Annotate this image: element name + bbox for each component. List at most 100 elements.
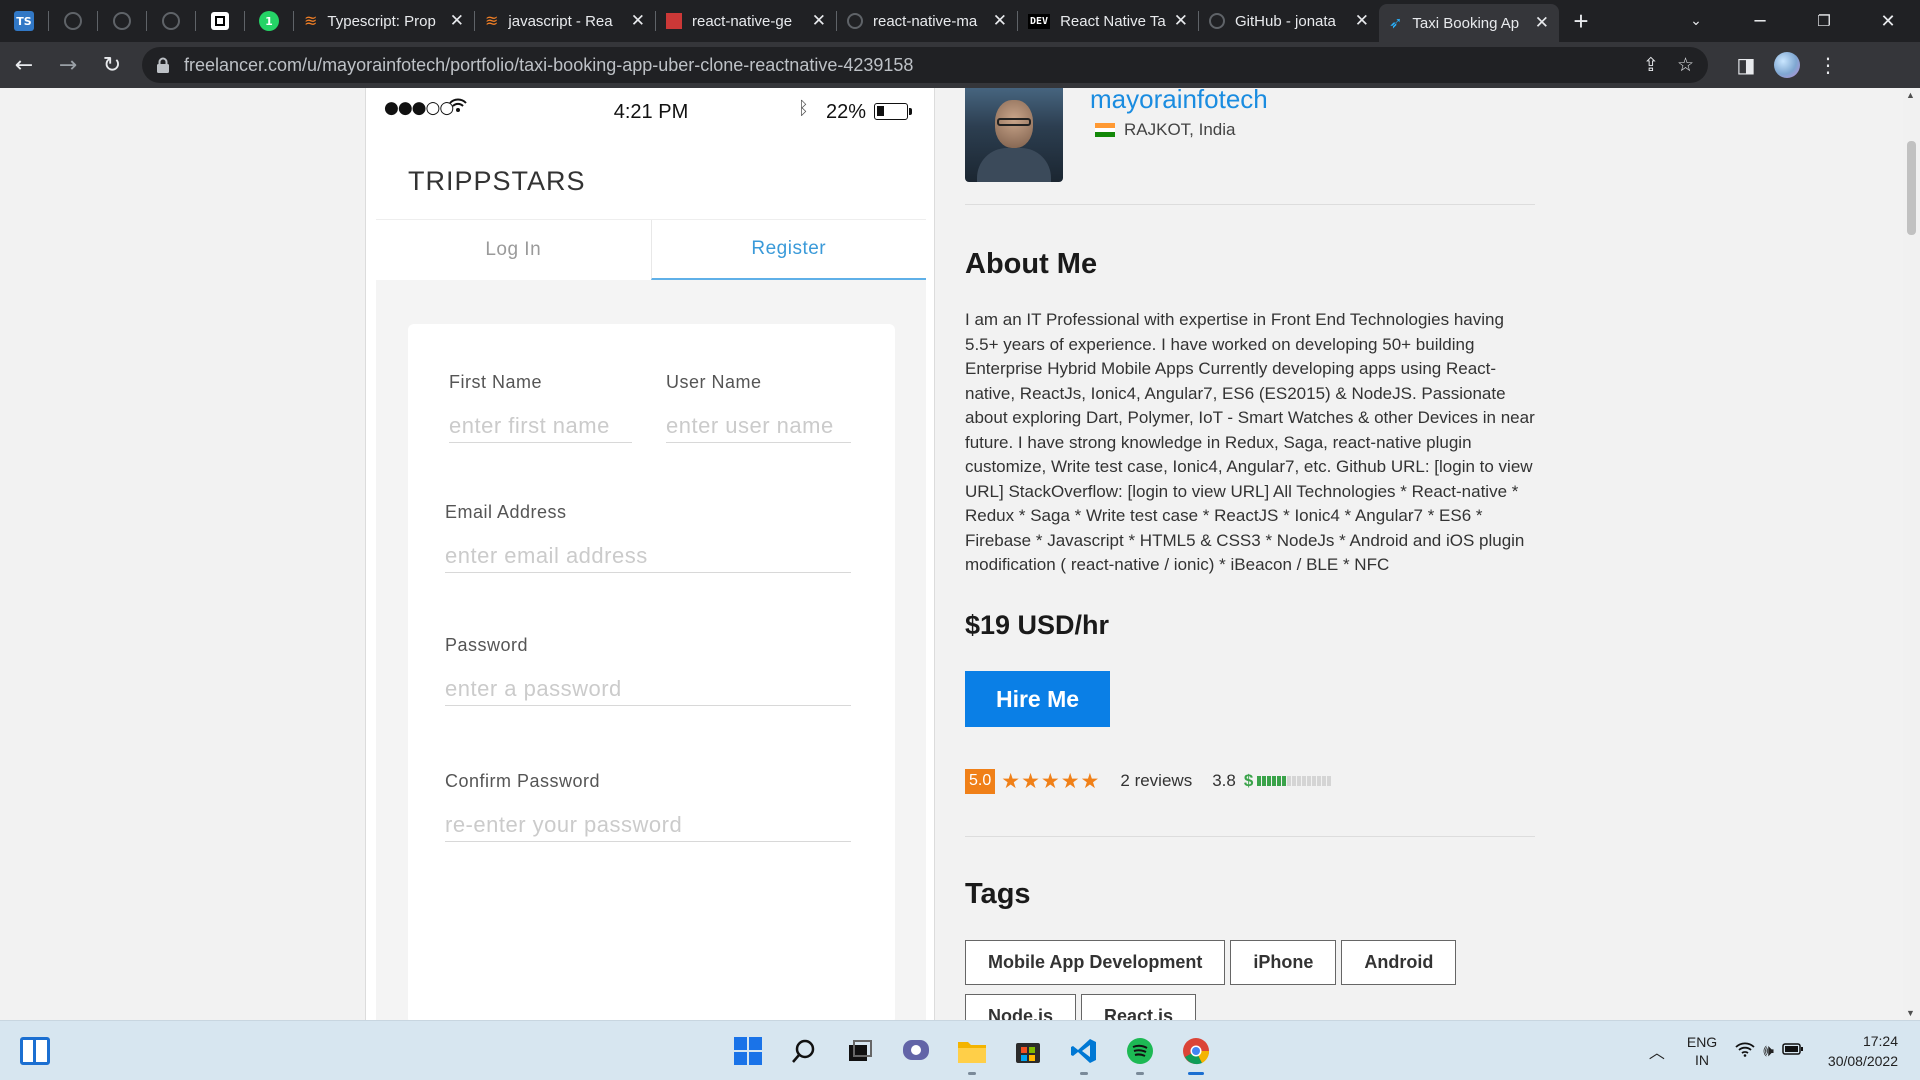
browser-toolbar: ← → ↻ freelancer.com/u/mayorainfotech/po… [0,42,1920,88]
confirm-password-input[interactable] [445,808,851,842]
vscode-icon[interactable] [1059,1025,1109,1077]
user-name-input[interactable] [666,409,851,443]
divider [965,836,1535,837]
back-icon[interactable]: ← [4,45,44,85]
tab-react-native-ge[interactable]: react-native-ge ✕ [656,4,836,38]
minimize-icon[interactable]: ─ [1728,0,1792,42]
chat-icon[interactable] [891,1025,941,1077]
task-view-icon[interactable] [835,1025,885,1077]
tab-javascript-rea[interactable]: ≋ javascript - Rea ✕ [475,4,655,38]
tag-item[interactable]: Mobile App Development [965,940,1226,985]
pinned-tab-github-2[interactable] [98,0,146,42]
share-icon[interactable]: ⇪ [1643,54,1659,76]
typescript-icon: TS [14,11,34,31]
clock[interactable]: 17:24 30/08/2022 [1828,1031,1898,1071]
earnings-bar-segment [1317,776,1322,786]
close-icon[interactable]: ✕ [450,11,464,31]
bookmark-star-icon[interactable]: ☆ [1677,54,1694,76]
tab-react-native-ta[interactable]: DEV React Native Ta ✕ [1018,4,1198,38]
search-icon[interactable] [779,1025,829,1077]
first-name-input[interactable] [449,409,632,443]
password-input[interactable] [445,672,851,706]
close-icon[interactable]: ✕ [1174,11,1188,31]
new-tab-button[interactable]: + [1559,0,1603,42]
restore-icon[interactable]: ❐ [1792,0,1856,42]
store-icon[interactable] [1003,1025,1053,1077]
reload-icon[interactable]: ↻ [92,45,132,85]
tab-search-icon[interactable]: ⌄ [1664,0,1728,42]
volume-icon[interactable]: 🕪 [1763,1041,1774,1061]
menu-kebab-icon[interactable]: ⋮ [1808,53,1848,77]
tab-title: GitHub - jonata [1235,12,1336,30]
github-icon [113,12,131,30]
hire-me-button[interactable]: Hire Me [965,671,1110,727]
address-bar[interactable]: freelancer.com/u/mayorainfotech/portfoli… [142,47,1708,83]
file-explorer-icon[interactable] [947,1025,997,1077]
browser-tab-strip: TS 1 ≋ Typescript: Prop ✕ ≋ javascript -… [0,0,1920,42]
earnings-bar-segment [1297,776,1302,786]
battery-icon[interactable] [1782,1041,1804,1061]
chrome-icon[interactable] [1171,1025,1221,1077]
close-icon[interactable]: ✕ [631,11,645,31]
tab-react-native-ma[interactable]: react-native-ma ✕ [837,4,1017,38]
tab-register[interactable]: Register [650,220,926,280]
stackoverflow-icon: ≋ [304,13,318,30]
earnings-bar-segment [1287,776,1292,786]
about-text: I am an IT Professional with expertise i… [965,310,1535,574]
language-indicator[interactable]: ENG IN [1687,1033,1717,1069]
password-field: Password [445,635,851,706]
forward-icon[interactable]: → [48,45,88,85]
spotify-icon[interactable] [1115,1025,1165,1077]
wifi-icon[interactable] [1735,1041,1755,1062]
pinned-tab-whatsapp[interactable]: 1 [245,0,293,42]
app-icon [211,12,229,30]
side-panel-icon[interactable]: ◨ [1726,53,1766,77]
close-window-icon[interactable]: ✕ [1856,0,1920,42]
profile-username-link[interactable]: mayorainfotech [1090,88,1268,115]
divider [965,204,1535,205]
tab-title: Taxi Booking Ap [1412,14,1520,32]
pinned-tab-typescript[interactable]: TS [0,0,48,42]
page-scrollbar[interactable]: ▲ ▼ [1903,88,1920,1020]
tab-login[interactable]: Log In [376,220,651,280]
close-icon[interactable]: ✕ [1355,11,1369,31]
close-icon[interactable]: ✕ [812,11,826,31]
earnings-bar-segment [1292,776,1297,786]
tab-github-jonata[interactable]: GitHub - jonata ✕ [1199,4,1379,38]
tag-item[interactable]: iPhone [1230,940,1337,985]
close-icon[interactable]: ✕ [993,11,1007,31]
earnings-bar-segment [1272,776,1277,786]
earnings-score: 3.8 [1212,771,1236,790]
windows-start-icon[interactable] [723,1025,773,1077]
widgets-icon[interactable] [20,1037,50,1065]
tag-item[interactable]: React.js [1081,994,1197,1020]
pinned-tab-github-1[interactable] [49,0,97,42]
tab-typescript-prop[interactable]: ≋ Typescript: Prop ✕ [294,4,474,38]
show-hidden-icons[interactable]: ︿ [1649,1039,1665,1063]
pinned-tab-github-3[interactable] [147,0,195,42]
earnings-bar-segment [1327,776,1332,786]
tab-title: javascript - Rea [508,12,613,30]
battery-icon [874,103,912,120]
profile-photo[interactable] [965,88,1063,182]
system-tray: ︿ ENG IN 🕪 17:24 30/08/2022 [1649,1021,1920,1080]
user-name-label: User Name [666,372,762,392]
star-rating-icon: ★★★★★ [1001,769,1101,793]
scroll-down-icon[interactable]: ▼ [1906,1008,1915,1018]
github-icon [64,12,82,30]
tag-item[interactable]: Node.js [965,994,1077,1020]
npm-icon [666,13,682,29]
tab-title: Typescript: Prop [327,12,436,30]
scroll-up-icon[interactable]: ▲ [1906,90,1915,100]
pinned-tab-app[interactable] [196,0,244,42]
tab-title: react-native-ge [692,12,793,30]
window-controls: ⌄ ─ ❐ ✕ [1664,0,1920,42]
tag-item[interactable]: Android [1341,940,1457,985]
lock-icon[interactable] [156,57,170,73]
email-input[interactable] [445,539,851,573]
profile-avatar[interactable] [1774,52,1800,78]
scrollbar-thumb[interactable] [1907,141,1916,235]
review-count[interactable]: 2 reviews [1120,771,1192,791]
close-icon[interactable]: ✕ [1535,13,1549,33]
tab-taxi-booking[interactable]: ➶ Taxi Booking Ap ✕ [1379,4,1559,42]
